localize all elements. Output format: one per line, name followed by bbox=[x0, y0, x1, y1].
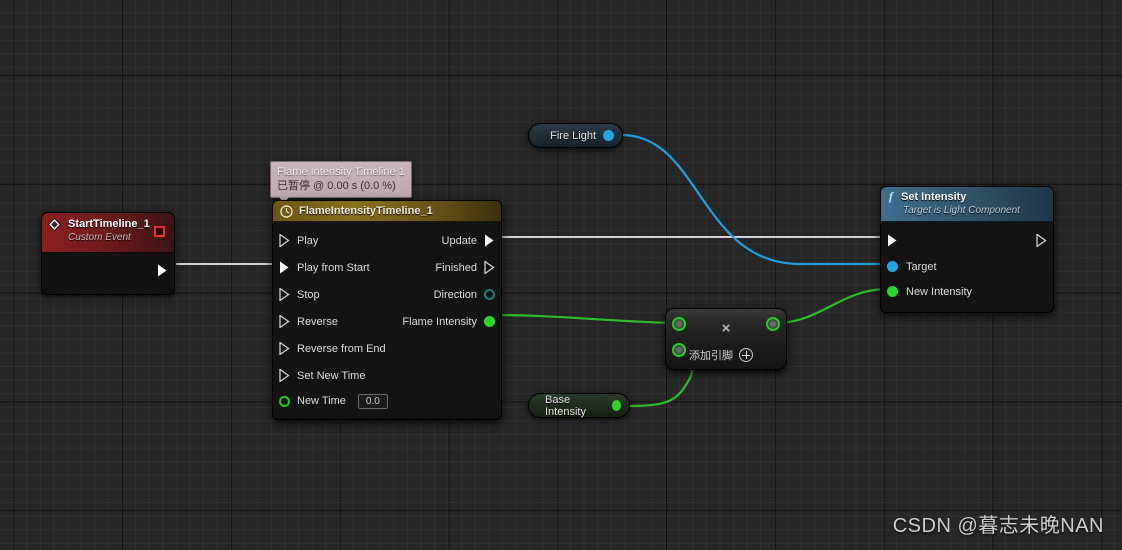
timeline-header[interactable]: FlameIntensityTimeline_1 bbox=[273, 201, 501, 222]
pin-label-update: Update bbox=[441, 234, 477, 247]
pin-label-play: Play bbox=[297, 234, 319, 247]
set-intensity-exec-row bbox=[881, 226, 1053, 254]
node-start-timeline[interactable]: StartTimeline_1 Custom Event bbox=[41, 212, 175, 295]
pin-set-new-time-exec[interactable] bbox=[279, 369, 290, 382]
pin-label-target: Target bbox=[906, 260, 937, 273]
pin-label-new-intensity: New Intensity bbox=[906, 285, 973, 298]
timeline-row-play: Play Update bbox=[273, 227, 501, 254]
set-intensity-row-new-intensity: New Intensity bbox=[881, 279, 1053, 304]
multiply-add-pin-row[interactable]: 添加引脚 bbox=[666, 347, 776, 363]
node-base-intensity[interactable]: Base Intensity bbox=[528, 393, 630, 418]
add-pin-label: 添加引脚 bbox=[689, 350, 733, 362]
pin-target-object[interactable] bbox=[887, 261, 898, 272]
watermark: CSDN @暮志未晚NAN bbox=[892, 515, 1104, 537]
blueprint-graph-canvas[interactable]: Fire Light Flame Intensity Timeline 1 已暂… bbox=[0, 0, 1122, 550]
set-intensity-title: Set Intensity bbox=[901, 190, 967, 203]
node-flame-intensity-timeline[interactable]: FlameIntensityTimeline_1 Play Update Pla… bbox=[272, 200, 502, 420]
event-diamond-icon bbox=[48, 218, 61, 231]
base-intensity-label: Base Intensity bbox=[545, 393, 586, 418]
pin-label-reverse: Reverse bbox=[297, 315, 338, 328]
pin-reverse-from-end-exec[interactable] bbox=[279, 342, 290, 355]
pin-finished-exec[interactable] bbox=[484, 261, 495, 274]
set-intensity-row-target: Target bbox=[881, 254, 1053, 279]
plus-circle-icon[interactable] bbox=[739, 348, 753, 362]
set-intensity-subtitle: Target is Light Component bbox=[903, 205, 1020, 216]
pin-reverse-exec[interactable] bbox=[279, 315, 290, 328]
pin-play-from-start-exec[interactable] bbox=[279, 261, 290, 274]
start-timeline-header[interactable]: StartTimeline_1 Custom Event bbox=[42, 213, 174, 253]
timeline-row-reverse-from-end: Reverse from End bbox=[273, 335, 501, 362]
base-intensity-output-pin[interactable] bbox=[611, 400, 621, 411]
new-time-input[interactable]: 0.0 bbox=[357, 393, 388, 409]
timeline-row-new-time: New Time 0.0 bbox=[273, 389, 501, 413]
pin-label-play-from-start: Play from Start bbox=[297, 261, 370, 274]
pin-label-set-new-time: Set New Time bbox=[297, 369, 366, 382]
timeline-row-set-new-time: Set New Time bbox=[273, 362, 501, 389]
pin-direction-enum[interactable] bbox=[484, 289, 495, 300]
timeline-row-reverse: Reverse Flame Intensity bbox=[273, 308, 501, 335]
set-intensity-exec-in-pin[interactable] bbox=[887, 234, 898, 247]
tooltip-line-2: 已暂停 @ 0.00 s (0.0 %) bbox=[277, 180, 396, 192]
pin-label-reverse-from-end: Reverse from End bbox=[297, 342, 386, 355]
pin-stop-exec[interactable] bbox=[279, 288, 290, 301]
pin-label-new-time: New Time bbox=[297, 395, 346, 407]
set-intensity-header[interactable]: f Set Intensity Target is Light Componen… bbox=[881, 187, 1053, 222]
function-f-icon: f bbox=[889, 189, 893, 203]
start-timeline-title: StartTimeline_1 bbox=[68, 218, 150, 230]
pin-new-time-float[interactable] bbox=[279, 395, 290, 407]
clock-icon bbox=[280, 204, 293, 218]
timeline-row-stop: Stop Direction bbox=[273, 281, 501, 308]
pin-label-flame-intensity: Flame Intensity bbox=[402, 315, 477, 328]
pin-new-intensity-float[interactable] bbox=[887, 286, 898, 297]
pin-label-stop: Stop bbox=[297, 288, 320, 301]
pin-label-direction: Direction bbox=[433, 288, 477, 301]
start-timeline-body bbox=[42, 253, 174, 294]
timeline-title: FlameIntensityTimeline_1 bbox=[299, 205, 433, 217]
stop-square-icon[interactable] bbox=[154, 226, 165, 237]
timeline-tooltip: Flame Intensity Timeline 1 已暂停 @ 0.00 s … bbox=[270, 161, 412, 203]
fire-light-label: Fire Light bbox=[550, 129, 596, 142]
fire-light-output-pin[interactable] bbox=[603, 130, 614, 141]
pin-play-exec[interactable] bbox=[279, 234, 290, 247]
pin-update-exec[interactable] bbox=[484, 234, 495, 247]
pin-label-finished: Finished bbox=[435, 261, 477, 274]
timeline-body: Play Update Play from Start Finished Sto… bbox=[273, 222, 501, 419]
timeline-row-play-from-start: Play from Start Finished bbox=[273, 254, 501, 281]
start-timeline-exec-out-pin[interactable] bbox=[157, 264, 168, 277]
set-intensity-body: Target New Intensity bbox=[881, 222, 1053, 312]
pin-flame-intensity-float[interactable] bbox=[484, 316, 495, 327]
multiply-operator: × bbox=[721, 320, 731, 337]
node-set-intensity[interactable]: f Set Intensity Target is Light Componen… bbox=[880, 186, 1054, 313]
tooltip-line-1: Flame Intensity Timeline 1 bbox=[277, 166, 405, 178]
node-fire-light[interactable]: Fire Light bbox=[528, 123, 623, 148]
set-intensity-exec-out-pin[interactable] bbox=[1036, 233, 1047, 247]
node-multiply[interactable]: × 添加引脚 bbox=[665, 308, 787, 370]
start-timeline-subtitle: Custom Event bbox=[68, 232, 131, 243]
